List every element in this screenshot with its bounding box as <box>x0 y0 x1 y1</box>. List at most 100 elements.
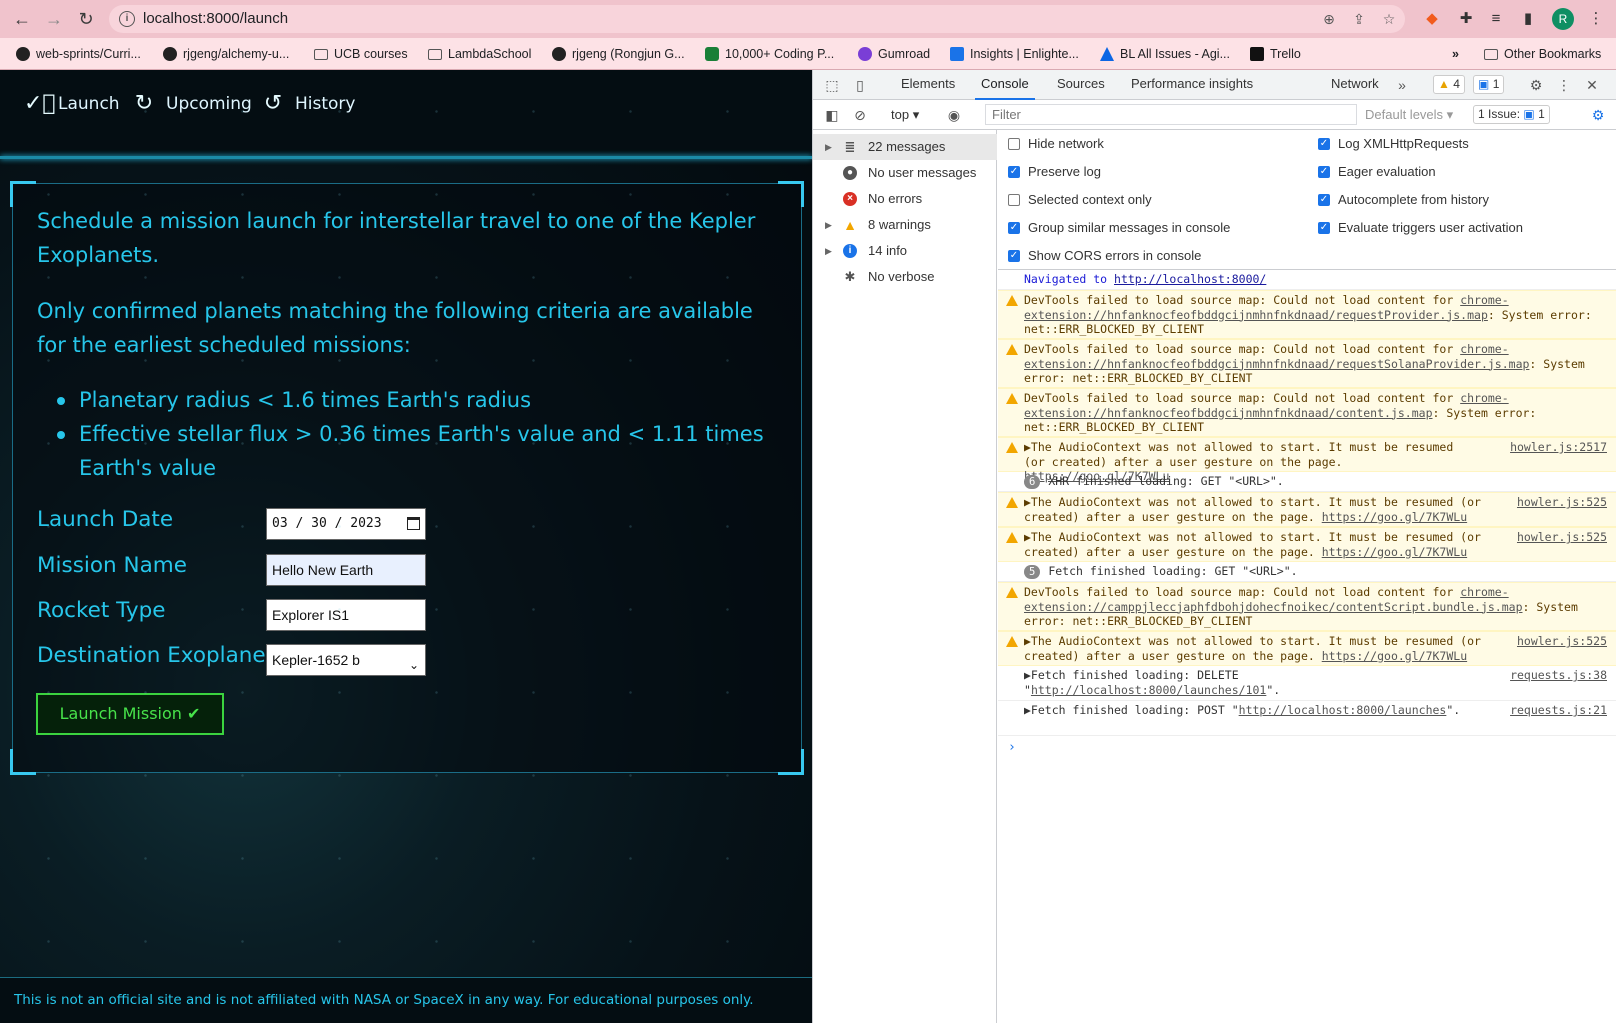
checkbox-box[interactable]: ✓ <box>1318 137 1330 150</box>
info-icon[interactable]: i <box>119 11 135 27</box>
expand-arrow-icon[interactable]: ▶ <box>825 238 832 264</box>
settings-gear-icon[interactable]: ⚙ <box>1527 76 1545 94</box>
reload-icon[interactable]: ↻ <box>76 9 96 29</box>
expand-arrow-icon[interactable]: ▶ <box>825 212 832 238</box>
share-icon[interactable]: ⇪ <box>1351 11 1367 27</box>
bookmark-item[interactable]: Insights | Enlighte... <box>950 45 1079 63</box>
hide-network-checkbox[interactable]: Hide network <box>1008 136 1104 151</box>
help-link[interactable]: https://goo.gl/7K7WLu <box>1322 545 1467 559</box>
nav-link[interactable]: http://localhost:8000/ <box>1114 272 1266 286</box>
source-link[interactable]: howler.js:525 <box>1517 495 1607 510</box>
checkbox-box[interactable]: ✓ <box>1008 221 1020 234</box>
brave-extension-icon[interactable]: ◆ <box>1422 9 1442 29</box>
sidebar-item-messages[interactable]: ▶ ≣ 22 messages <box>813 134 997 160</box>
preserve-log-checkbox[interactable]: ✓ Preserve log <box>1008 164 1101 179</box>
address-url[interactable]: localhost:8000/launch <box>143 10 288 27</box>
log-xhr-checkbox[interactable]: ✓ Log XMLHttpRequests <box>1318 136 1469 151</box>
filter-input[interactable]: Filter <box>985 104 1357 125</box>
clear-console-icon[interactable]: ⊘ <box>851 106 869 124</box>
checkbox-box[interactable]: ✓ <box>1318 165 1330 178</box>
sidebar-item-verbose[interactable]: ✱ No verbose <box>813 264 997 290</box>
tab-performance-insights[interactable]: Performance insights <box>1131 76 1253 91</box>
source-link[interactable]: howler.js:525 <box>1517 634 1607 649</box>
side-panel-icon[interactable]: ▮ <box>1518 9 1538 29</box>
mission-name-input[interactable]: Hello New Earth <box>266 554 426 586</box>
extensions-puzzle-icon[interactable]: ✚ <box>1456 9 1476 29</box>
warning-icon <box>1006 442 1018 453</box>
live-expression-eye-icon[interactable]: ◉ <box>945 106 963 124</box>
checkbox-box[interactable]: ✓ <box>1008 249 1020 262</box>
launch-mission-button[interactable]: Launch Mission ✔ <box>36 693 224 735</box>
source-link[interactable]: howler.js:2517 <box>1510 440 1607 455</box>
bookmark-item[interactable]: Trello <box>1250 45 1301 63</box>
checkbox-box[interactable] <box>1008 193 1020 206</box>
sidebar-toggle-icon[interactable]: ◧ <box>823 106 841 124</box>
tab-console[interactable]: Console <box>975 76 1035 100</box>
source-link[interactable]: requests.js:21 <box>1510 703 1607 718</box>
sidebar-item-user-messages[interactable]: ● No user messages <box>813 160 997 186</box>
nav-history[interactable]: ↺ History <box>261 92 356 116</box>
eager-eval-checkbox[interactable]: ✓ Eager evaluation <box>1318 164 1436 179</box>
warnings-badge[interactable]: ▲ 4 <box>1433 75 1465 94</box>
tab-network[interactable]: Network <box>1331 76 1379 91</box>
checkbox-box[interactable] <box>1008 137 1020 150</box>
bookmark-item[interactable]: rjgeng/alchemy-u... <box>163 45 289 63</box>
device-toolbar-icon[interactable]: ▯ <box>851 76 869 94</box>
autocomplete-checkbox[interactable]: ✓ Autocomplete from history <box>1318 192 1489 207</box>
issues-button[interactable]: 1 Issue: ▣ 1 <box>1473 105 1550 124</box>
zoom-icon[interactable]: ⊕ <box>1321 11 1337 27</box>
context-select[interactable]: top ▾ <box>891 107 919 123</box>
tab-elements[interactable]: Elements <box>901 76 955 91</box>
address-bar[interactable]: i localhost:8000/launch ⊕ ⇪ ☆ <box>109 5 1405 33</box>
request-link[interactable]: http://localhost:8000/launches/101 <box>1031 683 1266 697</box>
close-icon[interactable]: ✕ <box>1583 76 1601 94</box>
source-link[interactable]: howler.js:525 <box>1517 530 1607 545</box>
other-bookmarks[interactable]: Other Bookmarks <box>1484 45 1601 63</box>
bookmark-item[interactable]: Gumroad <box>858 45 930 63</box>
sidebar-item-info[interactable]: ▶ i 14 info <box>813 238 997 264</box>
more-tabs-icon[interactable]: » <box>1393 76 1411 94</box>
bookmark-item[interactable]: BL All Issues - Agi... <box>1100 45 1230 63</box>
sidebar-item-errors[interactable]: × No errors <box>813 186 997 212</box>
group-similar-checkbox[interactable]: ✓ Group similar messages in console <box>1008 220 1230 235</box>
destination-select[interactable]: Kepler-1652 b ⌄ <box>266 644 426 676</box>
bookmark-item[interactable]: web-sprints/Curri... <box>16 45 141 63</box>
calendar-icon[interactable] <box>407 517 420 530</box>
back-arrow-icon[interactable]: ← <box>12 9 32 29</box>
user-activation-checkbox[interactable]: ✓ Evaluate triggers user activation <box>1318 220 1523 235</box>
checkbox-box[interactable]: ✓ <box>1318 221 1330 234</box>
console-sidebar: ▶ ≣ 22 messages ● No user messages × No erro… <box>813 130 997 1023</box>
launch-date-input[interactable]: 03 / 30 / 2023 <box>266 508 426 540</box>
nav-upcoming[interactable]: ↻ Upcoming <box>132 92 252 116</box>
nav-launch[interactable]: ✓⃝ Launch <box>24 92 120 116</box>
bookmark-item[interactable]: rjgeng (Rongjun G... <box>552 45 685 63</box>
help-link[interactable]: https://goo.gl/7K7WLu <box>1322 649 1467 663</box>
issues-badge[interactable]: ▣ 1 <box>1473 75 1505 94</box>
more-bookmarks-chevron[interactable]: » <box>1452 45 1459 63</box>
menu-kebab-icon[interactable]: ⋮ <box>1555 76 1573 94</box>
inspect-element-icon[interactable]: ⬚ <box>823 76 841 94</box>
bookmark-folder[interactable]: UCB courses <box>314 45 408 63</box>
bookmark-star-icon[interactable]: ☆ <box>1381 11 1397 27</box>
request-link[interactable]: http://localhost:8000/launches <box>1239 703 1447 717</box>
warning-icon: ▲ <box>843 217 857 233</box>
forward-arrow-icon[interactable]: → <box>44 9 64 29</box>
menu-kebab-icon[interactable]: ⋮ <box>1586 9 1606 29</box>
reading-list-icon[interactable]: ≡ <box>1486 9 1506 29</box>
console-prompt[interactable]: › <box>1008 740 1016 755</box>
selected-context-checkbox[interactable]: Selected context only <box>1008 192 1152 207</box>
checkbox-box[interactable]: ✓ <box>1008 165 1020 178</box>
sidebar-item-warnings[interactable]: ▶ ▲ 8 warnings <box>813 212 997 238</box>
source-link[interactable]: requests.js:38 <box>1510 668 1607 683</box>
bookmark-folder[interactable]: LambdaSchool <box>428 45 531 63</box>
expand-arrow-icon[interactable]: ▶ <box>825 134 832 160</box>
checkbox-box[interactable]: ✓ <box>1318 193 1330 206</box>
rocket-type-input[interactable]: Explorer IS1 <box>266 599 426 631</box>
cors-errors-checkbox[interactable]: ✓ Show CORS errors in console <box>1008 248 1201 263</box>
help-link[interactable]: https://goo.gl/7K7WLu <box>1322 510 1467 524</box>
tab-sources[interactable]: Sources <box>1057 76 1105 91</box>
log-levels-dropdown[interactable]: Default levels ▾ <box>1365 107 1453 123</box>
bookmark-item[interactable]: 10,000+ Coding P... <box>705 45 834 63</box>
profile-avatar[interactable]: R <box>1552 8 1574 30</box>
console-settings-gear-icon[interactable]: ⚙ <box>1589 106 1607 124</box>
